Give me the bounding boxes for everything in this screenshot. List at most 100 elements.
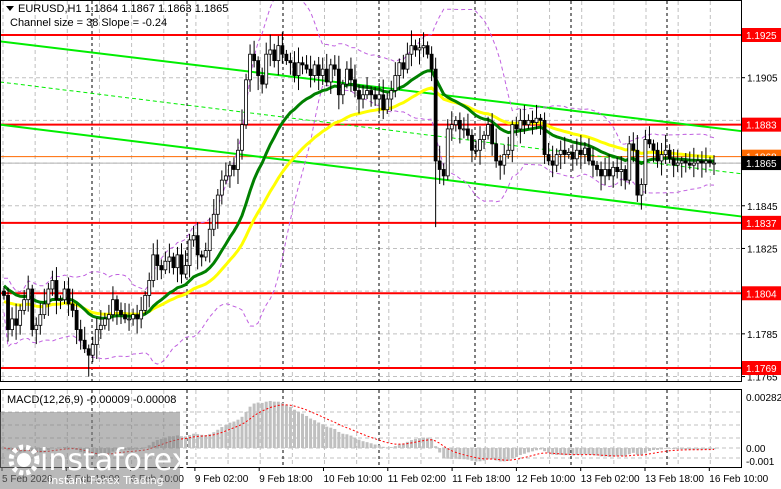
candle-bull: [10, 318, 14, 330]
macd-histogram-bar: [321, 424, 325, 448]
candle-bull: [619, 169, 624, 173]
macd-histogram-bar: [236, 419, 240, 448]
macd-histogram-bar: [224, 424, 228, 448]
candle-bull: [219, 179, 224, 196]
time-label: 16 Feb 10:00: [709, 474, 768, 485]
candle-bear: [316, 64, 321, 76]
candle-bull: [566, 152, 571, 155]
candle-bull: [365, 90, 369, 96]
level-label: 1.1883: [746, 121, 777, 132]
candle-bull: [478, 139, 482, 151]
macd-histogram-bar: [341, 433, 345, 448]
candle-bull: [377, 94, 382, 100]
candle-bull: [461, 128, 466, 131]
candle-bear: [260, 75, 265, 85]
macd-histogram-bar: [579, 448, 583, 455]
candle-bull: [506, 149, 511, 155]
macd-histogram-bar: [672, 448, 676, 450]
macd-histogram-bar: [680, 448, 684, 450]
candle-bear: [2, 290, 6, 296]
macd-histogram-bar: [522, 448, 526, 454]
candle-bull: [397, 62, 402, 76]
candle-bear: [6, 295, 10, 330]
candle-bear: [546, 154, 551, 162]
macd-histogram-bar: [454, 448, 458, 459]
macd-histogram-bar: [337, 431, 341, 448]
macd-histogram-bar: [397, 444, 401, 448]
candle-bull: [58, 299, 63, 302]
macd-histogram-bar: [272, 401, 276, 448]
candle-bull: [18, 309, 23, 326]
candle-bull: [183, 265, 188, 275]
candle-bear: [199, 254, 204, 258]
macd-histogram-bar: [470, 448, 474, 461]
candle-bull: [393, 75, 398, 91]
candle-bear: [54, 280, 59, 301]
candle-bull: [296, 62, 301, 76]
candle-bear: [332, 64, 337, 70]
time-label: 12 Feb 10:00: [516, 474, 575, 485]
candle-bear: [74, 309, 79, 330]
macd-histogram-bar: [244, 411, 248, 448]
candle-bull: [445, 128, 450, 177]
macd-histogram-bar: [664, 448, 668, 449]
macd-histogram-bar: [389, 447, 393, 448]
candle-bear: [667, 149, 672, 160]
macd-histogram-bar: [668, 448, 672, 449]
candle-bear: [631, 143, 636, 151]
candle-bear: [119, 309, 123, 316]
candle-bull: [502, 154, 507, 166]
candle-bear: [591, 160, 595, 166]
macd-histogram-bar: [248, 406, 252, 448]
macd-axis-label: 0.00282: [746, 393, 781, 404]
candle-bull: [22, 299, 27, 311]
candle-bear: [522, 119, 527, 126]
macd-histogram-bar: [543, 448, 547, 452]
candle-bear: [252, 53, 257, 62]
candle-bear: [232, 164, 236, 170]
macd-histogram-bar: [377, 445, 381, 448]
candle-bear: [429, 53, 434, 70]
candle-bull: [248, 53, 252, 81]
macd-histogram-bar: [329, 427, 333, 448]
macd-histogram-bar: [284, 404, 288, 448]
candle-bull: [361, 94, 365, 100]
macd-histogram-bar: [373, 444, 377, 448]
macd-histogram-bar: [309, 418, 313, 448]
macd-histogram-bar: [486, 448, 490, 460]
macd-histogram-bar: [276, 401, 280, 448]
candle-bear: [615, 166, 620, 173]
macd-histogram-bar: [462, 448, 466, 460]
price-tick-label: 1.1905: [747, 74, 778, 85]
candle-bear: [623, 169, 628, 181]
candle-bear: [470, 134, 474, 151]
candle-bull: [510, 124, 515, 151]
macd-axis-label: -0.001: [746, 457, 775, 468]
candle-bear: [437, 160, 442, 170]
candle-bull: [191, 235, 196, 241]
candle-bear: [683, 160, 688, 164]
macd-histogram-bar: [635, 448, 639, 455]
candle-bear: [699, 160, 704, 164]
logo-tagline: Instant Forex Trading: [48, 474, 164, 487]
candle-bear: [550, 160, 555, 166]
time-label: 9 Feb 02:00: [195, 474, 249, 485]
candle-bull: [228, 164, 232, 177]
macd-histogram-bar: [333, 428, 337, 448]
bid-price-label: 1.1865: [746, 159, 777, 170]
price-chart[interactable]: 1.19051.18451.18251.17851.17651.19251.18…: [0, 0, 781, 489]
candle-bear: [300, 62, 305, 66]
macd-histogram-bar: [583, 448, 587, 455]
candle-bull: [627, 143, 632, 181]
candle-bear: [357, 90, 361, 100]
time-label: 13 Feb 02:00: [581, 474, 640, 485]
macd-histogram-bar: [200, 434, 204, 448]
macd-histogram-bar: [490, 448, 494, 460]
candle-bull: [603, 169, 607, 177]
candle-bear: [538, 117, 543, 121]
time-label: 10 Feb 10:00: [324, 474, 383, 485]
candle-bull: [215, 194, 220, 215]
candle-bull: [223, 175, 228, 181]
macd-histogram-bar: [385, 447, 389, 448]
candle-bull: [583, 147, 587, 155]
